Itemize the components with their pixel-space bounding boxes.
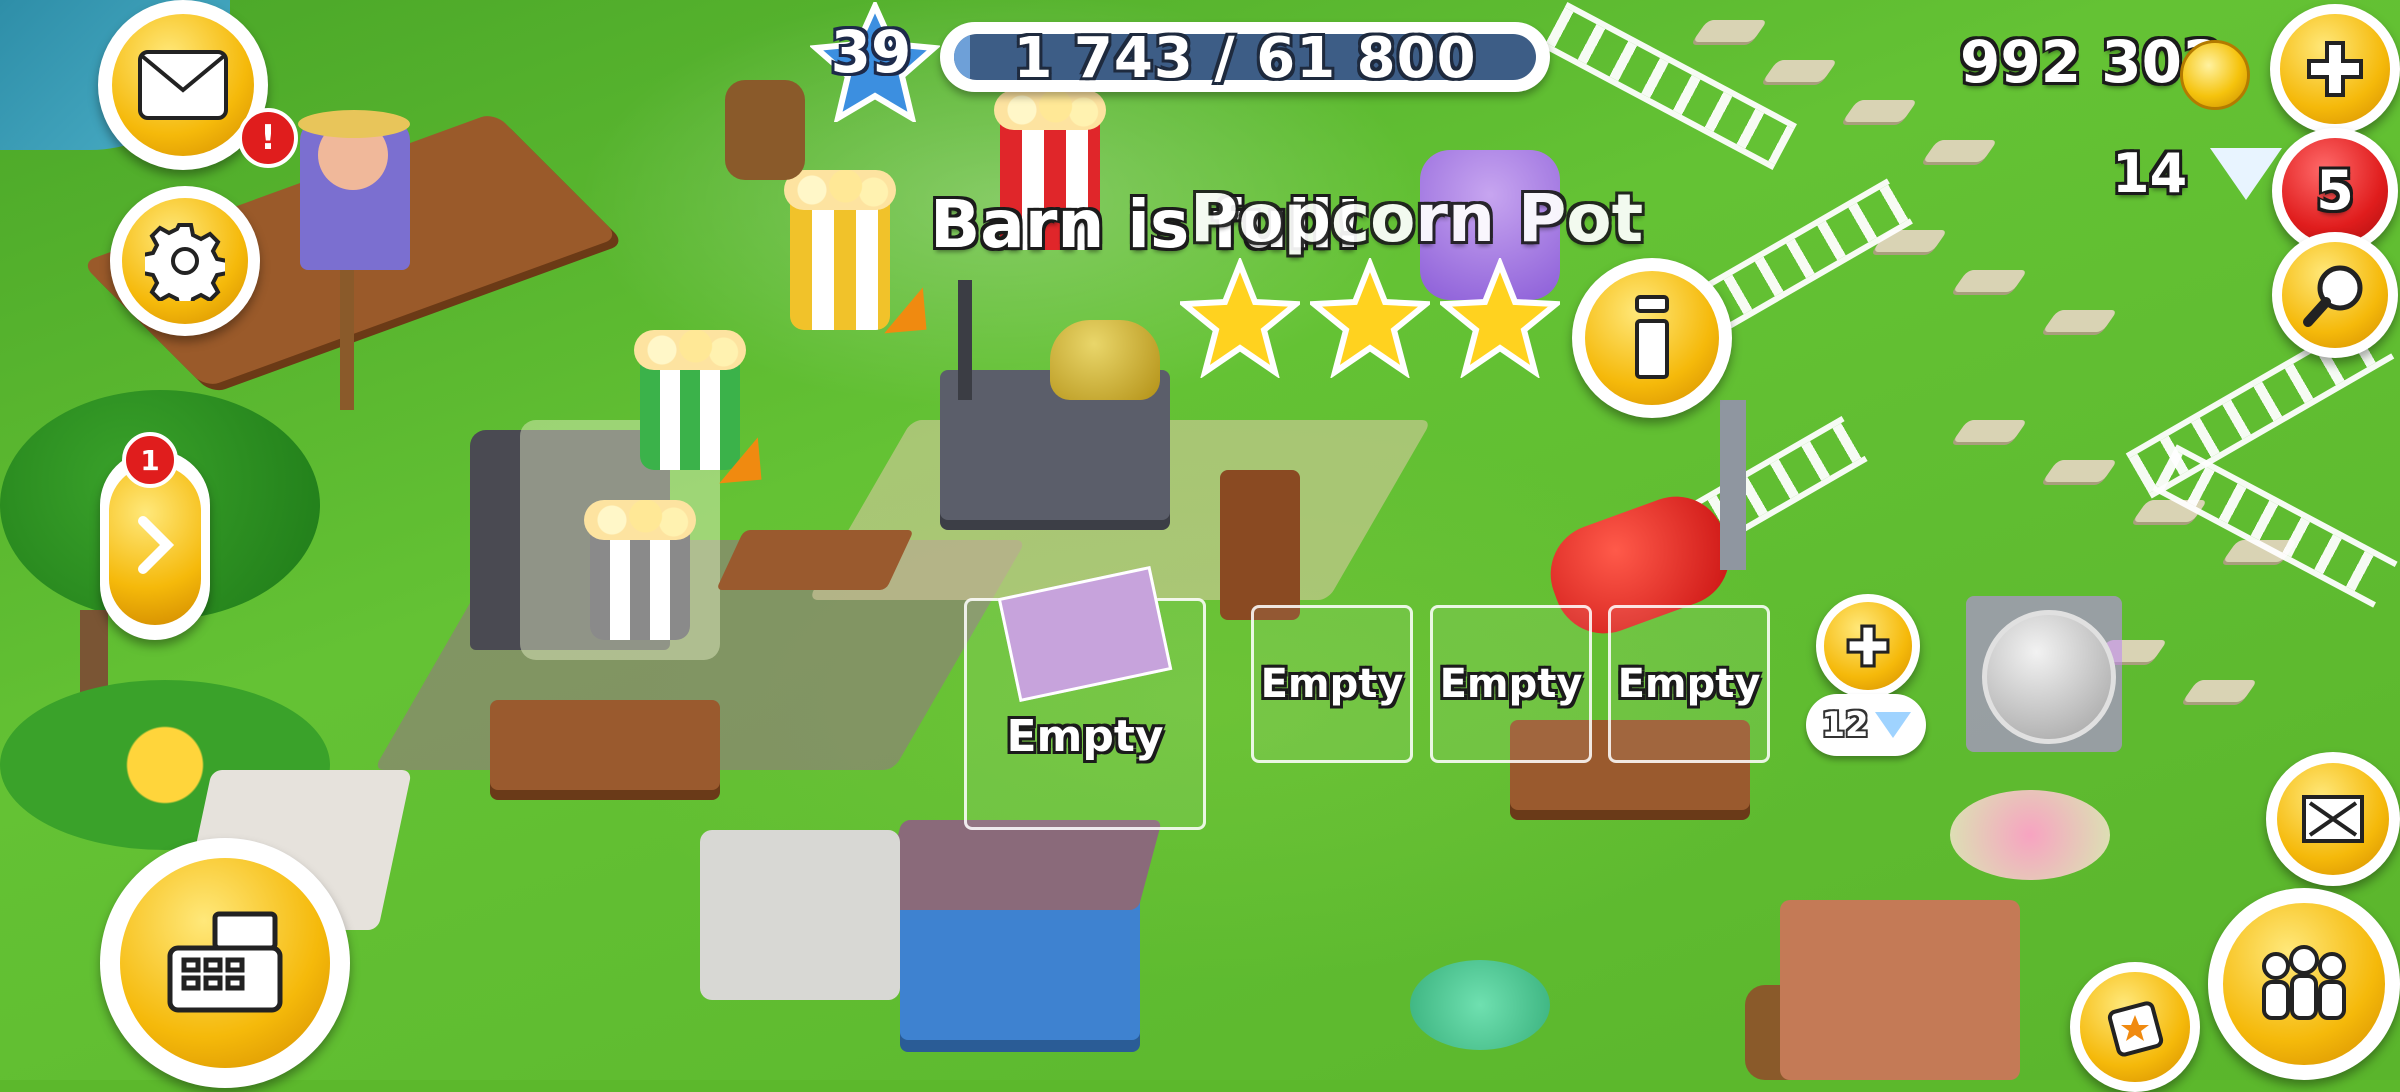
path-stone xyxy=(1692,20,1768,42)
cards-button[interactable] xyxy=(2070,962,2200,1092)
stone-wall xyxy=(700,830,900,1000)
slot-label: Empty xyxy=(1439,661,1583,707)
path-stone xyxy=(2042,460,2118,482)
star-icon xyxy=(1440,258,1560,378)
locked-slot[interactable] xyxy=(1966,596,2122,752)
plus-icon xyxy=(2307,41,2363,97)
diamond-icon xyxy=(1874,712,1911,738)
production-slot[interactable]: Empty xyxy=(1608,605,1770,763)
xp-bar[interactable]: 1 743 / 61 800 xyxy=(940,22,1550,92)
shop-button[interactable] xyxy=(100,838,350,1088)
slot-label: Empty xyxy=(1617,661,1761,707)
stove-chimney xyxy=(958,280,972,400)
flower-pot xyxy=(1950,790,2110,880)
path-stone xyxy=(2042,310,2118,332)
coin-icon xyxy=(2180,40,2250,110)
path-stone xyxy=(1762,60,1838,82)
slot-price-value: 12 xyxy=(1821,705,1869,745)
frogs xyxy=(1410,960,1550,1050)
slot-label: Empty xyxy=(1260,661,1404,707)
production-slot[interactable]: Empty xyxy=(964,565,1206,830)
helper-medal-icon xyxy=(1982,610,2116,744)
path-stone xyxy=(1922,140,1998,162)
table xyxy=(716,530,914,590)
magnifier-icon xyxy=(2302,265,2363,327)
scarecrow-hat xyxy=(298,110,410,138)
gear-icon xyxy=(145,223,225,301)
production-slot[interactable]: Empty xyxy=(1430,605,1592,763)
people-icon xyxy=(2261,944,2346,1020)
plus-icon xyxy=(1846,624,1890,668)
grill-chimney xyxy=(1720,400,1746,570)
popcorn-bucket xyxy=(784,170,896,330)
machine-name: Popcorn Pot xyxy=(1190,180,1644,257)
xp-text: 1 743 / 61 800 xyxy=(1013,26,1477,91)
popcorn-pot[interactable] xyxy=(1050,320,1160,400)
add-slot-button[interactable] xyxy=(1816,594,1920,698)
star-icon xyxy=(1180,258,1300,378)
bench xyxy=(490,700,720,790)
star-icon xyxy=(1310,258,1430,378)
path-stone xyxy=(1952,420,2028,442)
mail-alert-badge: ! xyxy=(238,108,298,168)
slot-label: Empty xyxy=(1006,710,1164,762)
path-stone xyxy=(1842,100,1918,122)
side-panel-badge: 1 xyxy=(122,432,178,488)
production-slot[interactable]: Empty xyxy=(1251,605,1413,763)
settings-button[interactable] xyxy=(110,186,260,336)
barrel xyxy=(725,80,805,180)
envelope-icon xyxy=(137,49,228,120)
gems-notification-count: 5 xyxy=(2316,159,2354,223)
brick-oven[interactable] xyxy=(1780,900,2020,1080)
chevron-right-icon xyxy=(137,516,175,574)
popcorn-bucket xyxy=(584,500,696,640)
arrow-icon xyxy=(884,287,946,353)
path-stone xyxy=(2182,680,2258,702)
player-level: 39 xyxy=(830,18,912,86)
search-button[interactable] xyxy=(2272,232,2398,358)
expand-arrows-icon xyxy=(2301,794,2364,843)
slot-price[interactable]: 12 xyxy=(1806,694,1926,756)
farm-scene[interactable] xyxy=(0,0,2400,1080)
add-coins-button[interactable] xyxy=(2270,4,2400,134)
edit-mode-button[interactable] xyxy=(2266,752,2400,886)
path-stone xyxy=(1952,270,2028,292)
chair xyxy=(1220,470,1300,620)
friends-button[interactable] xyxy=(2208,888,2400,1080)
gems-count: 14 xyxy=(2112,142,2188,205)
star-card-icon xyxy=(2107,1001,2164,1057)
doghouse-roof xyxy=(877,820,1163,910)
info-button[interactable] xyxy=(1572,258,1732,418)
info-icon xyxy=(1634,294,1669,379)
cash-register-icon xyxy=(167,911,283,1013)
popcorn-bucket xyxy=(634,330,746,470)
